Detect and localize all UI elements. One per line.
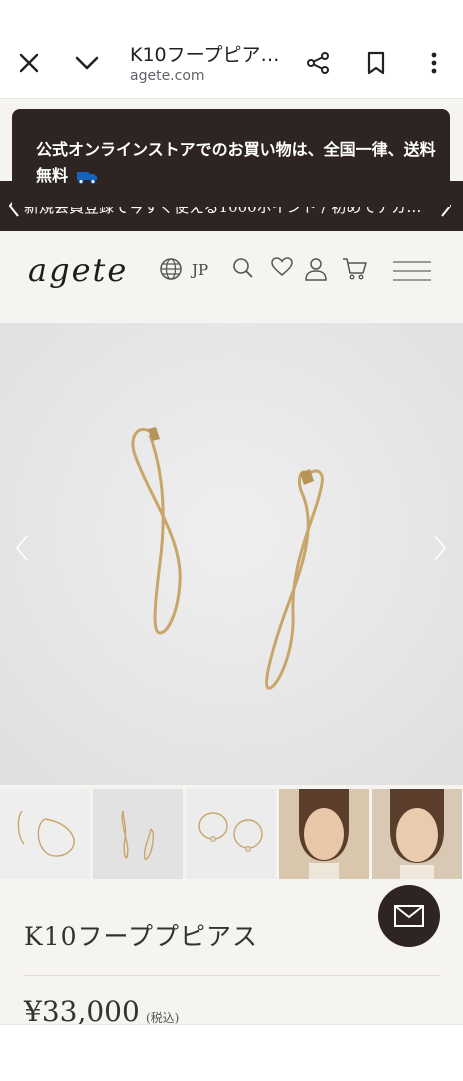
browser-toolbar: K10フープピア… agete.com [0, 0, 463, 99]
earrings-image [0, 323, 463, 785]
collapse-button[interactable] [61, 37, 113, 89]
product-price: ¥33,000 [24, 995, 140, 1024]
product-image-carousel[interactable] [0, 323, 463, 785]
product-title: K10フーププピアス [24, 922, 258, 951]
thumbnail-1[interactable] [0, 789, 90, 879]
mail-icon [394, 905, 424, 927]
wishlist-button[interactable] [271, 257, 293, 277]
search-icon [233, 258, 253, 278]
search-button[interactable] [232, 257, 254, 279]
user-icon [305, 258, 327, 281]
contact-mail-button[interactable] [378, 885, 440, 947]
more-vert-icon [431, 52, 437, 74]
site-header: agete JP [0, 231, 463, 323]
language-selector[interactable] [159, 257, 183, 281]
bookmark-icon [367, 51, 385, 75]
account-button[interactable] [305, 257, 327, 281]
more-options-button[interactable] [408, 37, 460, 89]
chevron-down-icon [75, 56, 99, 70]
next-image-arrow[interactable] [430, 532, 450, 564]
bookmark-button[interactable] [350, 37, 402, 89]
close-button[interactable] [3, 37, 55, 89]
share-icon [307, 52, 329, 74]
web-page: 新規会員登録で今すぐ使える1000ポイント / 初めてアガ… 公式オンラインスト… [0, 99, 463, 1024]
cart-button[interactable] [342, 257, 368, 281]
thumbnail-3[interactable] [186, 789, 276, 879]
bottom-bar [0, 1024, 463, 1081]
tax-note: (税込) [146, 1011, 180, 1024]
thumbnail-strip [0, 789, 463, 881]
shipping-banner: 公式オンラインストアでのお買い物は、全国一律、送料無料 [12, 109, 450, 207]
page-url: agete.com [130, 68, 205, 84]
thumbnail-5[interactable] [372, 789, 462, 879]
menu-button[interactable] [393, 261, 431, 281]
menu-icon [393, 261, 431, 281]
brand-logo[interactable]: agete [28, 251, 128, 289]
page-title: K10フープピア… [130, 44, 280, 66]
divider [24, 975, 440, 976]
prev-image-arrow[interactable] [12, 532, 32, 564]
globe-icon [160, 258, 182, 280]
truck-icon [76, 171, 97, 184]
close-icon [19, 53, 39, 73]
cart-icon [343, 258, 367, 280]
share-button[interactable] [292, 37, 344, 89]
heart-icon [271, 257, 293, 276]
thumbnail-2[interactable] [93, 789, 183, 879]
thumbnail-4[interactable] [279, 789, 369, 879]
region-label[interactable]: JP [192, 261, 208, 279]
